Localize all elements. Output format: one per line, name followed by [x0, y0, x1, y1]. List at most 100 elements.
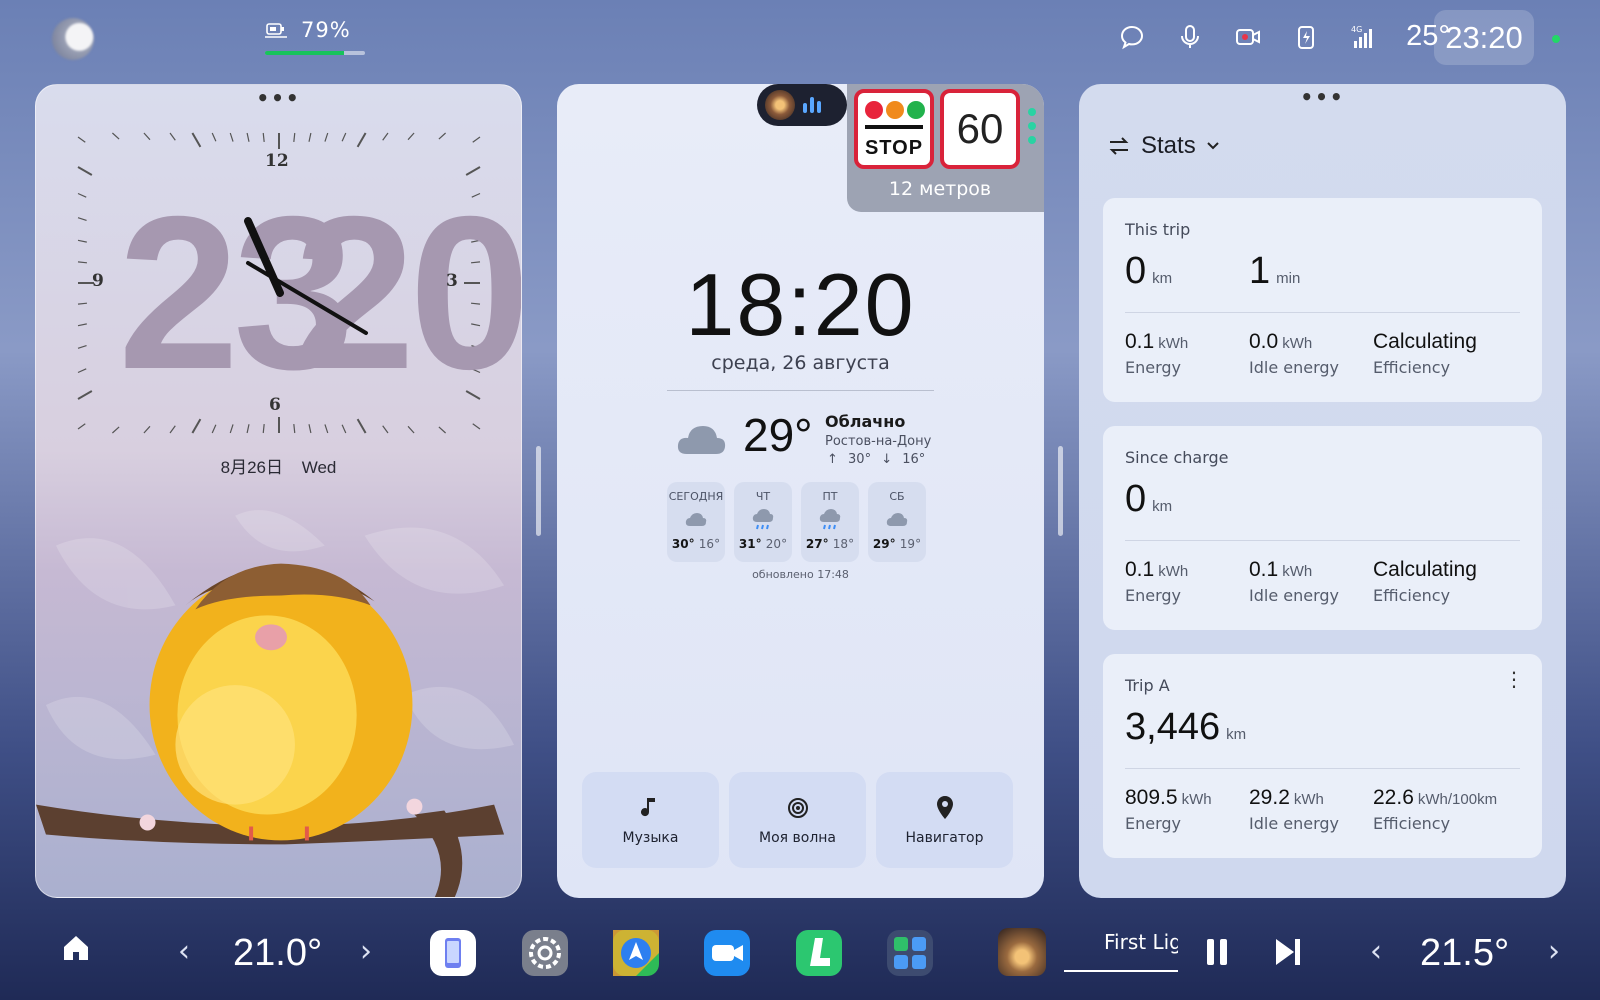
more-options-icon[interactable]: ⋮	[1504, 669, 1524, 689]
location-pin-icon	[936, 796, 953, 819]
since-charge-panel[interactable]: Since charge 0 km 0.1 kWh Energy 0.1 kWh Idle…	[1103, 426, 1542, 630]
weather-condition: Облачно	[825, 412, 906, 431]
right-temp-increase-icon[interactable]: ›	[1548, 934, 1560, 969]
info-widget[interactable]: STOP 60 12 метров 18:20 среда, 26 август…	[557, 84, 1044, 898]
clock-date-text: 8月26日	[220, 458, 283, 477]
weather-high: ↑ 30°	[827, 452, 872, 467]
traffic-sign-panel[interactable]: STOP 60 12 метров	[847, 84, 1044, 212]
battery-indicator: 79%	[265, 18, 351, 42]
time-display: 18:20	[685, 255, 916, 354]
clock-weekday: Wed	[301, 458, 337, 477]
charge-distance: 0 km	[1125, 478, 1173, 520]
idle-energy-stat: 0.1 kWh Idle energy	[1249, 558, 1339, 605]
music-note-icon	[640, 798, 655, 817]
left-temperature: 21.0°	[233, 932, 323, 974]
traffic-light-icon	[865, 101, 925, 119]
home-icon[interactable]	[60, 932, 102, 974]
energy-stat: 0.1 kWh Energy	[1125, 330, 1189, 377]
phone-app-icon[interactable]	[430, 930, 476, 976]
forecast-high: 27°	[805, 537, 829, 551]
forecast-low: 18°	[832, 537, 855, 551]
forecast-day[interactable]: СЕГОДНЯ 30° 16°	[667, 482, 725, 562]
album-art[interactable]	[998, 928, 1046, 976]
clock-hands	[244, 217, 368, 335]
distance-to-sign: 12 метров	[888, 178, 992, 200]
current-temperature: 29°	[743, 409, 813, 461]
forecast-day[interactable]: ПТ 27° 18°	[801, 482, 859, 562]
status-clock[interactable]: 23:20	[1434, 10, 1534, 65]
music-button-label: Музыка	[622, 830, 679, 846]
cloud-icon	[677, 426, 726, 454]
divider	[1125, 312, 1520, 313]
panel-title: Since charge	[1125, 448, 1229, 467]
charging-icon[interactable]	[1290, 21, 1322, 53]
camera-icon[interactable]	[1232, 21, 1264, 53]
clock-widget[interactable]: ••• 23 20 12 3 6 9 8月26日 Wed	[35, 84, 522, 898]
panel-title: Trip A	[1125, 676, 1170, 695]
forecast-day-name: ПТ	[822, 490, 838, 503]
right-temp-decrease-icon[interactable]: ‹	[1370, 934, 1382, 969]
resize-handle[interactable]	[1058, 446, 1063, 536]
pause-icon[interactable]	[1204, 937, 1230, 971]
controls-app-icon[interactable]	[887, 930, 933, 976]
trip-a-panel[interactable]: Trip A ⋮ 3,446 km 809.5 kWh Energy 29.2 kWh I…	[1103, 654, 1542, 858]
speed-limit-sign: 60	[940, 89, 1020, 169]
microphone-icon[interactable]	[1174, 21, 1206, 53]
chat-icon[interactable]	[1116, 21, 1148, 53]
energy-stat: 809.5 kWh Energy	[1125, 786, 1212, 833]
weather-high-low: ↑ 30° ↓ 16°	[827, 452, 925, 467]
forecast-day[interactable]: ЧТ 31° 20°	[734, 482, 792, 562]
trip-duration: 1 min	[1249, 250, 1301, 292]
stats-widget[interactable]: ••• Stats This trip 0 km 1 min 0.1 kWh Energ…	[1079, 84, 1566, 898]
forecast-low: 16°	[698, 537, 721, 551]
stats-title: Stats	[1141, 132, 1196, 159]
forecast-day[interactable]: СБ 29° 19°	[868, 482, 926, 562]
battery-level-bar	[265, 51, 365, 55]
weather-city: Ростов-на-Дону	[825, 434, 932, 449]
chevron-down-icon	[1206, 142, 1219, 150]
clock-date: 8月26日 Wed	[36, 453, 521, 478]
divider	[1125, 768, 1520, 769]
forecast-day-name: СБ	[889, 490, 905, 503]
video-call-app-icon[interactable]	[704, 930, 750, 976]
weather-low: ↓ 16°	[881, 452, 926, 467]
song-title[interactable]: First Lig	[1104, 930, 1178, 954]
forecast-day-name: СЕГОДНЯ	[668, 490, 724, 503]
date-display: среда, 26 августа	[711, 352, 890, 374]
hour-hand	[244, 217, 284, 297]
forecast-day-name: ЧТ	[755, 490, 771, 503]
equalizer-icon	[803, 97, 821, 113]
navigation-app-icon[interactable]	[613, 930, 659, 976]
my-wave-button-label: Моя волна	[758, 830, 836, 846]
resize-handle[interactable]	[536, 446, 541, 536]
forecast-temps: 31° 20°	[734, 537, 792, 551]
sign-indicator-dots	[1028, 108, 1036, 144]
forecast-temps: 29° 19°	[868, 537, 926, 551]
trip-a-distance: 3,446 km	[1125, 706, 1247, 748]
cloud-icon	[685, 513, 707, 526]
battery-level-fill	[265, 51, 344, 55]
forecast-low: 19°	[899, 537, 922, 551]
music-button[interactable]: Музыка	[582, 772, 719, 868]
signal-4g-icon: 4G	[1348, 21, 1380, 53]
skip-next-icon[interactable]	[1274, 937, 1302, 971]
settings-app-icon[interactable]	[522, 930, 568, 976]
my-wave-button[interactable]: Моя волна	[729, 772, 866, 868]
efficiency-stat: 22.6 kWh/100km Efficiency	[1373, 786, 1498, 833]
left-temp-increase-icon[interactable]: ›	[360, 934, 372, 969]
forecast-high: 30°	[671, 537, 695, 551]
navigator-button[interactable]: Навигатор	[876, 772, 1013, 868]
user-avatar[interactable]	[52, 18, 94, 60]
idle-energy-stat: 0.0 kWh Idle energy	[1249, 330, 1339, 377]
stats-dropdown[interactable]: Stats	[1107, 132, 1220, 160]
stop-sign: STOP	[854, 89, 934, 169]
minute-hand	[246, 261, 368, 335]
seat-app-icon[interactable]	[796, 930, 842, 976]
this-trip-panel[interactable]: This trip 0 km 1 min 0.1 kWh Energy 0.0 kWh Id…	[1103, 198, 1542, 402]
weather-updated: обновлено 17:48	[752, 568, 849, 581]
left-temp-decrease-icon[interactable]: ‹	[178, 934, 190, 969]
energy-stat: 0.1 kWh Energy	[1125, 558, 1189, 605]
divider	[1125, 540, 1520, 541]
widget-menu-icon[interactable]: •••	[1300, 87, 1344, 107]
media-pill[interactable]	[757, 84, 847, 126]
